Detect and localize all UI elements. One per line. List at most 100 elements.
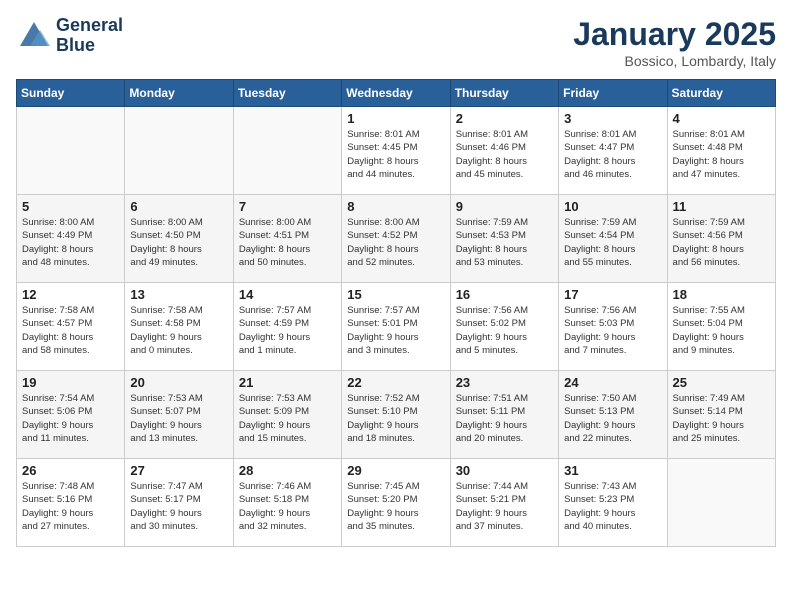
calendar-cell: 27 Sunrise: 7:47 AM Sunset: 5:17 PM Dayli… [125,459,233,547]
logo-line2: Blue [56,36,123,56]
day-number: 2 [456,111,553,126]
calendar-cell: 26Sunrise: 7:48 AM Sunset: 5:16 PM Dayli… [17,459,125,547]
calendar-week-row-1: 1 Sunrise: 8:01 AM Sunset: 4:45 PM Daylig… [17,107,776,195]
calendar-week-row-3: 12 Sunrise: 7:58 AM Sunset: 4:57 PM Dayli… [17,283,776,371]
calendar-cell: 16 Sunrise: 7:56 AM Sunset: 5:02 PM Dayli… [450,283,558,371]
day-info: Sunrise: 8:01 AM Sunset: 4:45 PM Dayligh… [347,128,444,181]
day-number: 22 [347,375,444,390]
calendar-week-row-4: 19 Sunrise: 7:54 AM Sunset: 5:06 PM Dayli… [17,371,776,459]
day-number: 14 [239,287,336,302]
day-number: 13 [130,287,227,302]
day-info: Sunrise: 7:46 AM Sunset: 5:18 PM Dayligh… [239,480,336,533]
day-number: 5 [22,199,119,214]
calendar-cell: 10 Sunrise: 7:59 AM Sunset: 4:54 PM Dayli… [559,195,667,283]
day-info: Sunrise: 7:45 AM Sunset: 5:20 PM Dayligh… [347,480,444,533]
calendar-header-row: SundayMondayTuesdayWednesdayThursdayFrid… [17,80,776,107]
day-info: Sunrise: 7:53 AM Sunset: 5:09 PM Dayligh… [239,392,336,445]
day-info: Sunrise: 8:00 AM Sunset: 4:51 PM Dayligh… [239,216,336,269]
calendar-cell: 4 Sunrise: 8:01 AM Sunset: 4:48 PM Daylig… [667,107,775,195]
day-number: 4 [673,111,770,126]
day-number: 16 [456,287,553,302]
logo: General Blue [16,16,123,56]
calendar-cell: 19 Sunrise: 7:54 AM Sunset: 5:06 PM Dayli… [17,371,125,459]
calendar-cell: 29 Sunrise: 7:45 AM Sunset: 5:20 PM Dayli… [342,459,450,547]
calendar-cell: 30 Sunrise: 7:44 AM Sunset: 5:21 PM Dayli… [450,459,558,547]
calendar-cell: 25 Sunrise: 7:49 AM Sunset: 5:14 PM Dayli… [667,371,775,459]
day-number: 12 [22,287,119,302]
calendar-cell: 21 Sunrise: 7:53 AM Sunset: 5:09 PM Dayli… [233,371,341,459]
calendar-cell: 23Sunrise: 7:51 AM Sunset: 5:11 PM Dayli… [450,371,558,459]
day-number: 26 [22,463,119,478]
day-number: 29 [347,463,444,478]
calendar-cell: 24Sunrise: 7:50 AM Sunset: 5:13 PM Dayli… [559,371,667,459]
calendar-cell: 22 Sunrise: 7:52 AM Sunset: 5:10 PM Dayli… [342,371,450,459]
day-number: 10 [564,199,661,214]
day-number: 25 [673,375,770,390]
day-info: Sunrise: 7:56 AM Sunset: 5:02 PM Dayligh… [456,304,553,357]
day-info: Sunrise: 8:00 AM Sunset: 4:52 PM Dayligh… [347,216,444,269]
calendar-cell: 20Sunrise: 7:53 AM Sunset: 5:07 PM Dayli… [125,371,233,459]
weekday-header-thursday: Thursday [450,80,558,107]
day-number: 17 [564,287,661,302]
month-title: January 2025 [573,16,776,53]
calendar-cell: 14 Sunrise: 7:57 AM Sunset: 4:59 PM Dayli… [233,283,341,371]
day-info: Sunrise: 7:44 AM Sunset: 5:21 PM Dayligh… [456,480,553,533]
weekday-header-saturday: Saturday [667,80,775,107]
day-info: Sunrise: 7:59 AM Sunset: 4:54 PM Dayligh… [564,216,661,269]
day-number: 28 [239,463,336,478]
calendar-cell: 1 Sunrise: 8:01 AM Sunset: 4:45 PM Daylig… [342,107,450,195]
calendar-week-row-5: 26Sunrise: 7:48 AM Sunset: 5:16 PM Dayli… [17,459,776,547]
calendar-cell [125,107,233,195]
day-info: Sunrise: 7:50 AM Sunset: 5:13 PM Dayligh… [564,392,661,445]
day-info: Sunrise: 7:54 AM Sunset: 5:06 PM Dayligh… [22,392,119,445]
day-number: 15 [347,287,444,302]
calendar-cell: 31Sunrise: 7:43 AM Sunset: 5:23 PM Dayli… [559,459,667,547]
day-number: 19 [22,375,119,390]
calendar-cell: 28 Sunrise: 7:46 AM Sunset: 5:18 PM Dayli… [233,459,341,547]
day-number: 1 [347,111,444,126]
day-number: 27 [130,463,227,478]
weekday-header-sunday: Sunday [17,80,125,107]
calendar-cell: 17 Sunrise: 7:56 AM Sunset: 5:03 PM Dayli… [559,283,667,371]
logo-icon [16,18,52,54]
day-number: 18 [673,287,770,302]
day-number: 8 [347,199,444,214]
day-info: Sunrise: 7:58 AM Sunset: 4:57 PM Dayligh… [22,304,119,357]
day-number: 21 [239,375,336,390]
day-info: Sunrise: 7:55 AM Sunset: 5:04 PM Dayligh… [673,304,770,357]
calendar-cell: 3Sunrise: 8:01 AM Sunset: 4:47 PM Daylig… [559,107,667,195]
calendar-cell: 18 Sunrise: 7:55 AM Sunset: 5:04 PM Dayli… [667,283,775,371]
day-info: Sunrise: 7:57 AM Sunset: 4:59 PM Dayligh… [239,304,336,357]
day-info: Sunrise: 8:01 AM Sunset: 4:48 PM Dayligh… [673,128,770,181]
calendar-cell [667,459,775,547]
day-number: 7 [239,199,336,214]
day-info: Sunrise: 7:43 AM Sunset: 5:23 PM Dayligh… [564,480,661,533]
calendar-cell [233,107,341,195]
day-info: Sunrise: 8:01 AM Sunset: 4:47 PM Dayligh… [564,128,661,181]
day-info: Sunrise: 7:49 AM Sunset: 5:14 PM Dayligh… [673,392,770,445]
calendar-cell: 6 Sunrise: 8:00 AM Sunset: 4:50 PM Daylig… [125,195,233,283]
calendar-cell: 8 Sunrise: 8:00 AM Sunset: 4:52 PM Daylig… [342,195,450,283]
day-number: 6 [130,199,227,214]
calendar-table: SundayMondayTuesdayWednesdayThursdayFrid… [16,79,776,547]
calendar-cell: 12 Sunrise: 7:58 AM Sunset: 4:57 PM Dayli… [17,283,125,371]
logo-text: General Blue [56,16,123,56]
location: Bossico, Lombardy, Italy [573,53,776,69]
calendar-cell: 11Sunrise: 7:59 AM Sunset: 4:56 PM Dayli… [667,195,775,283]
day-info: Sunrise: 7:52 AM Sunset: 5:10 PM Dayligh… [347,392,444,445]
day-number: 30 [456,463,553,478]
day-info: Sunrise: 7:51 AM Sunset: 5:11 PM Dayligh… [456,392,553,445]
calendar-cell: 13Sunrise: 7:58 AM Sunset: 4:58 PM Dayli… [125,283,233,371]
day-info: Sunrise: 7:53 AM Sunset: 5:07 PM Dayligh… [130,392,227,445]
calendar-week-row-2: 5Sunrise: 8:00 AM Sunset: 4:49 PM Daylig… [17,195,776,283]
day-info: Sunrise: 7:47 AM Sunset: 5:17 PM Dayligh… [130,480,227,533]
day-info: Sunrise: 8:00 AM Sunset: 4:50 PM Dayligh… [130,216,227,269]
day-info: Sunrise: 7:56 AM Sunset: 5:03 PM Dayligh… [564,304,661,357]
weekday-header-monday: Monday [125,80,233,107]
page-header: General Blue January 2025 Bossico, Lomba… [16,16,776,69]
day-number: 9 [456,199,553,214]
weekday-header-wednesday: Wednesday [342,80,450,107]
calendar-cell: 9Sunrise: 7:59 AM Sunset: 4:53 PM Daylig… [450,195,558,283]
calendar-cell: 15Sunrise: 7:57 AM Sunset: 5:01 PM Dayli… [342,283,450,371]
calendar-cell: 7 Sunrise: 8:00 AM Sunset: 4:51 PM Daylig… [233,195,341,283]
